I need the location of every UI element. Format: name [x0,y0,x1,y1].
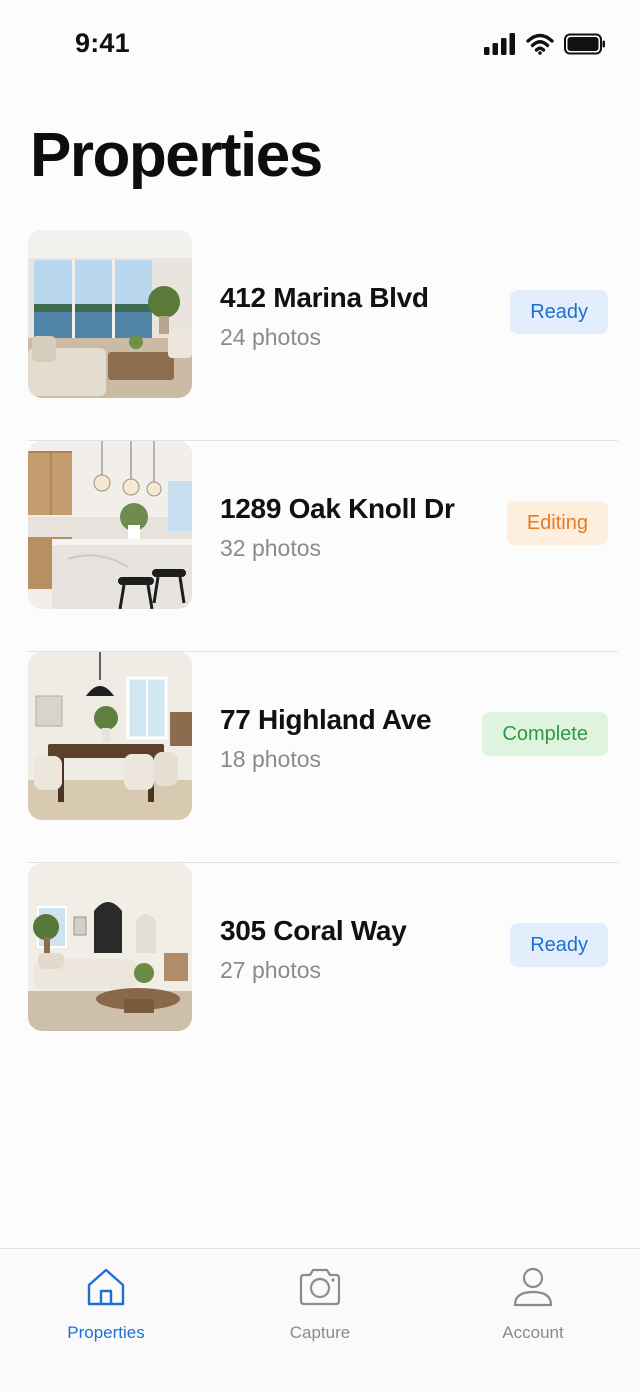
status-badge: Ready [510,923,608,967]
property-row[interactable]: 77 Highland Ave 18 photos Complete [28,652,618,863]
property-thumbnail [28,230,192,398]
tab-account[interactable]: Account [453,1265,613,1355]
tab-label: Properties [67,1323,145,1342]
cellular-signal-icon [484,33,515,55]
tab-label: Capture [289,1323,351,1342]
status-badge: Ready [510,290,608,334]
property-row[interactable]: 412 Marina Blvd 24 photos Ready [28,230,618,441]
wifi-icon [526,33,554,55]
property-thumbnail [28,652,192,820]
property-row[interactable]: 305 Coral Way 27 photos Ready [28,863,618,1074]
page-title: Properties [30,121,323,190]
property-photo-count: 18 photos [220,746,322,772]
property-photo-count: 32 photos [220,535,322,561]
property-address: 77 Highland Ave [220,704,432,735]
property-thumbnail [28,441,192,609]
property-address: 305 Coral Way [220,915,407,946]
property-row[interactable]: 1289 Oak Knoll Dr 32 photos Editing [28,441,618,652]
status-badge: Editing [506,501,608,545]
status-badge: Complete [482,712,608,756]
home-icon [87,1268,125,1306]
status-bar: 9:41 [0,0,640,90]
property-photo-count: 27 photos [220,957,322,983]
battery-icon [564,33,605,55]
status-icons [484,31,606,57]
property-thumbnail [28,863,192,1031]
person-icon [513,1267,553,1307]
camera-icon [299,1268,341,1306]
status-time: 9:41 [75,28,130,58]
tab-label: Account [502,1323,564,1342]
property-address: 412 Marina Blvd [220,282,429,313]
property-list: 412 Marina Blvd 24 photos Ready 1289 Oak… [28,230,618,1074]
tab-properties[interactable]: Properties [26,1265,186,1355]
tab-bar: Properties Capture Account [0,1248,640,1392]
property-photo-count: 24 photos [220,324,322,350]
property-address: 1289 Oak Knoll Dr [220,493,455,524]
tab-capture[interactable]: Capture [240,1265,400,1355]
